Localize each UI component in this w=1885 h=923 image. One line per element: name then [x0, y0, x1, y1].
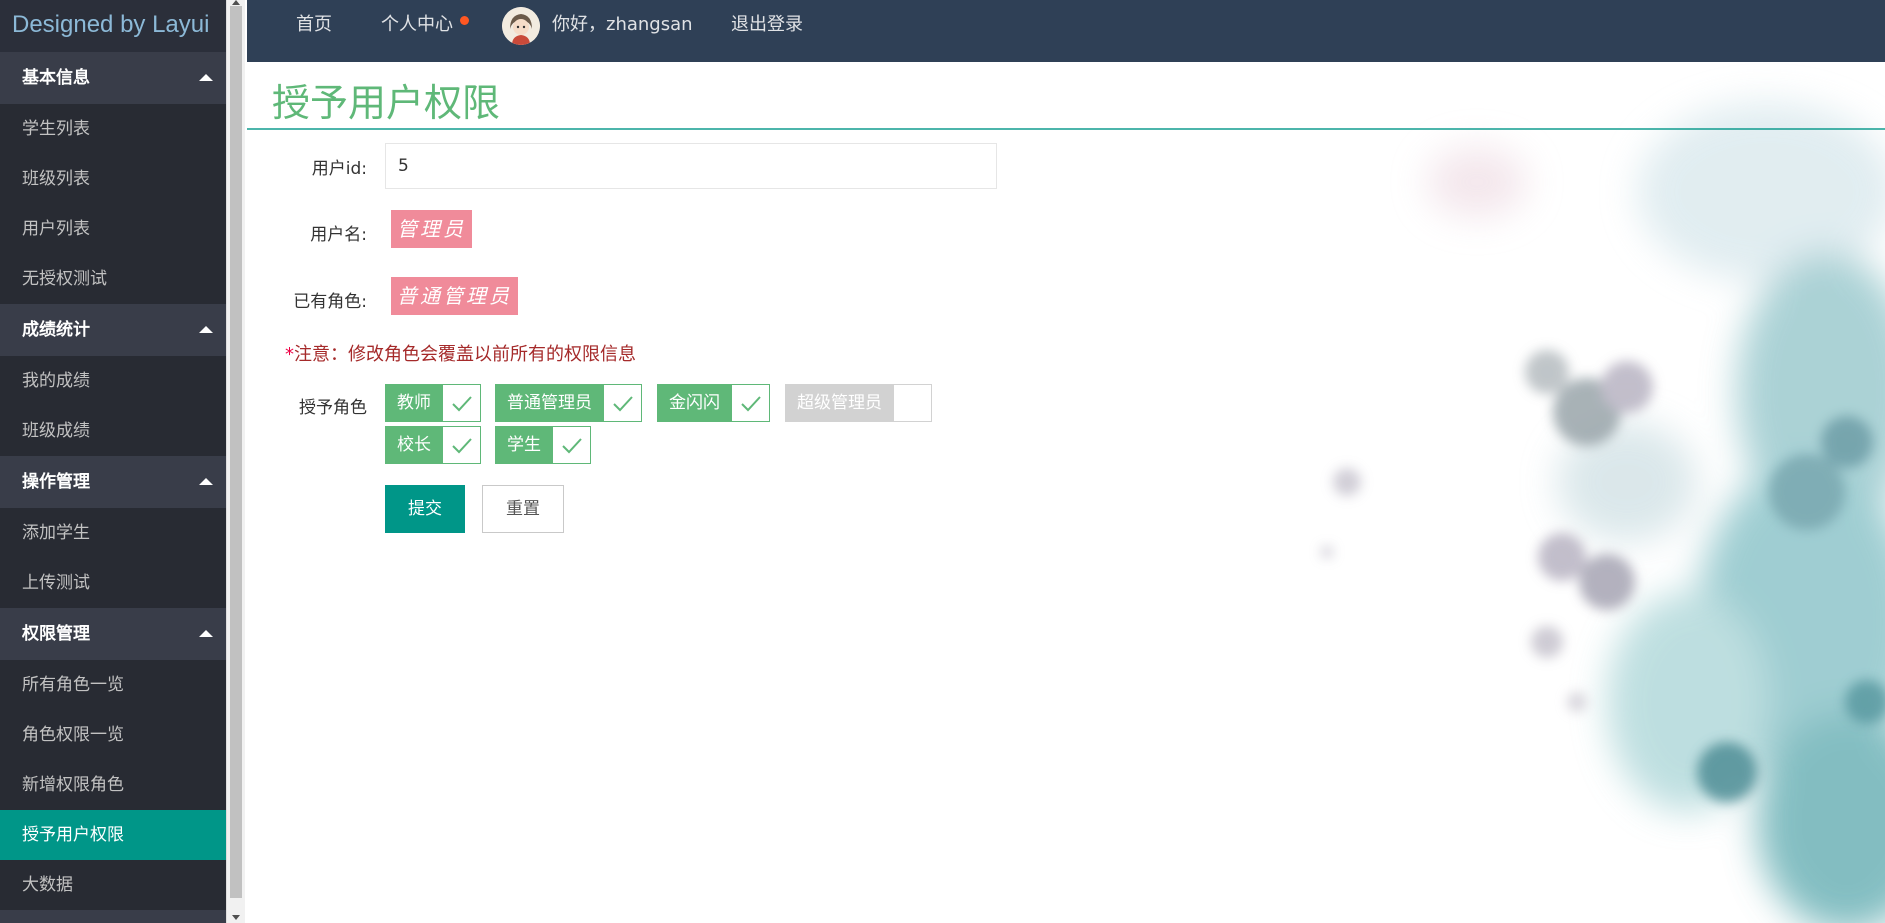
sidebar-item-new-role[interactable]: 新增权限角色 — [0, 760, 226, 810]
nav-group-label: 基本信息 — [22, 68, 90, 88]
sidebar-item-class-list[interactable]: 班级列表 — [0, 154, 226, 204]
existing-roles-label: 已有角色: — [293, 292, 367, 312]
sidebar-item-upload-test[interactable]: 上传测试 — [0, 558, 226, 608]
role-checkbox-normal-admin[interactable]: 普通管理员 — [495, 384, 642, 422]
sidebar-item-grant-permissions[interactable]: 授予用户权限 — [0, 810, 226, 860]
empty-checkbox-icon — [894, 384, 932, 422]
top-header: 首页 个人中心 你好，zhangsan 退出登录 — [247, 0, 1885, 62]
nav-group-permissions-items: 所有角色一览 角色权限一览 新增权限角色 授予用户权限 大数据 — [0, 660, 226, 910]
sidebar-item-no-auth-test[interactable]: 无授权测试 — [0, 254, 226, 304]
nav-group-permissions[interactable]: 权限管理 — [0, 608, 226, 660]
user-greeting[interactable]: 你好，zhangsan — [552, 0, 693, 50]
nav-home[interactable]: 首页 — [296, 0, 332, 50]
note-star: * — [285, 344, 294, 365]
logo: Designed by Layui — [0, 0, 226, 52]
role-checkbox-label: 金闪闪 — [657, 384, 732, 422]
note-text: 注意：修改角色会覆盖以前所有的权限信息 — [294, 344, 636, 365]
role-checkbox-principal[interactable]: 校长 — [385, 426, 481, 464]
caret-up-icon — [199, 74, 213, 81]
scroll-up-arrow-icon[interactable] — [232, 0, 240, 5]
caret-up-icon — [199, 630, 213, 637]
nav-logout[interactable]: 退出登录 — [731, 0, 803, 50]
checkmark-icon — [732, 384, 770, 422]
role-checkbox-label: 校长 — [385, 426, 443, 464]
role-checkbox-super-admin[interactable]: 超级管理员 — [785, 384, 932, 422]
title-divider — [247, 128, 1885, 130]
sidebar-item-role-permissions[interactable]: 角色权限一览 — [0, 710, 226, 760]
caret-up-icon — [199, 326, 213, 333]
nav-personal-center[interactable]: 个人中心 — [381, 0, 453, 50]
role-checkbox-label: 教师 — [385, 384, 443, 422]
role-checkbox-teacher[interactable]: 教师 — [385, 384, 481, 422]
sidebar-scrollbar[interactable] — [226, 0, 245, 923]
role-checkbox-label: 学生 — [495, 426, 553, 464]
main-content: 授予用户权限 用户id: 5 用户名: 管理员 已有角色: 普通管理员 *注意：… — [247, 62, 1885, 923]
nav-group-operations-items: 添加学生 上传测试 — [0, 508, 226, 608]
checkmark-icon — [443, 384, 481, 422]
scrollbar-thumb[interactable] — [230, 6, 242, 898]
nav-group-basic-info-items: 学生列表 班级列表 用户列表 无授权测试 — [0, 104, 226, 304]
warning-note: *注意：修改角色会覆盖以前所有的权限信息 — [285, 340, 636, 366]
notification-dot-icon — [460, 16, 469, 25]
user-id-input[interactable]: 5 — [385, 143, 997, 189]
role-checkbox-jinshanshan[interactable]: 金闪闪 — [657, 384, 770, 422]
scroll-down-arrow-icon[interactable] — [232, 915, 240, 920]
nav-group-label: 操作管理 — [22, 472, 90, 492]
nav-group-operations[interactable]: 操作管理 — [0, 456, 226, 508]
nav-group-label: 权限管理 — [22, 624, 90, 644]
nav-group-score-stats-items: 我的成绩 班级成绩 — [0, 356, 226, 456]
checkmark-icon — [553, 426, 591, 464]
sidebar-item-user-list[interactable]: 用户列表 — [0, 204, 226, 254]
role-checkbox-label: 普通管理员 — [495, 384, 604, 422]
checkmark-icon — [604, 384, 642, 422]
sidebar-item-student-list[interactable]: 学生列表 — [0, 104, 226, 154]
sidebar: Designed by Layui 基本信息 学生列表 班级列表 用户列表 无授… — [0, 0, 226, 923]
role-checkbox-student[interactable]: 学生 — [495, 426, 591, 464]
reset-button[interactable]: 重置 — [482, 485, 564, 533]
grant-roles-label: 授予角色 — [299, 398, 367, 418]
user-id-label: 用户id: — [311, 159, 367, 179]
avatar[interactable] — [502, 7, 540, 45]
sidebar-item-class-scores[interactable]: 班级成绩 — [0, 406, 226, 456]
existing-roles-tag: 普通管理员 — [391, 277, 518, 315]
sidebar-item-all-roles[interactable]: 所有角色一览 — [0, 660, 226, 710]
checkmark-icon — [443, 426, 481, 464]
nav-group-label: 成绩统计 — [22, 320, 90, 340]
username-tag: 管理员 — [391, 210, 472, 248]
sidebar-item-add-student[interactable]: 添加学生 — [0, 508, 226, 558]
nav-group-basic-info[interactable]: 基本信息 — [0, 52, 226, 104]
caret-up-icon — [199, 478, 213, 485]
page-title: 授予用户权限 — [272, 81, 501, 125]
nav-group-score-stats[interactable]: 成绩统计 — [0, 304, 226, 356]
submit-button[interactable]: 提交 — [385, 485, 465, 533]
role-checkbox-label: 超级管理员 — [785, 384, 894, 422]
sidebar-item-big-data[interactable]: 大数据 — [0, 860, 226, 910]
sidebar-item-my-scores[interactable]: 我的成绩 — [0, 356, 226, 406]
username-label: 用户名: — [310, 225, 367, 245]
